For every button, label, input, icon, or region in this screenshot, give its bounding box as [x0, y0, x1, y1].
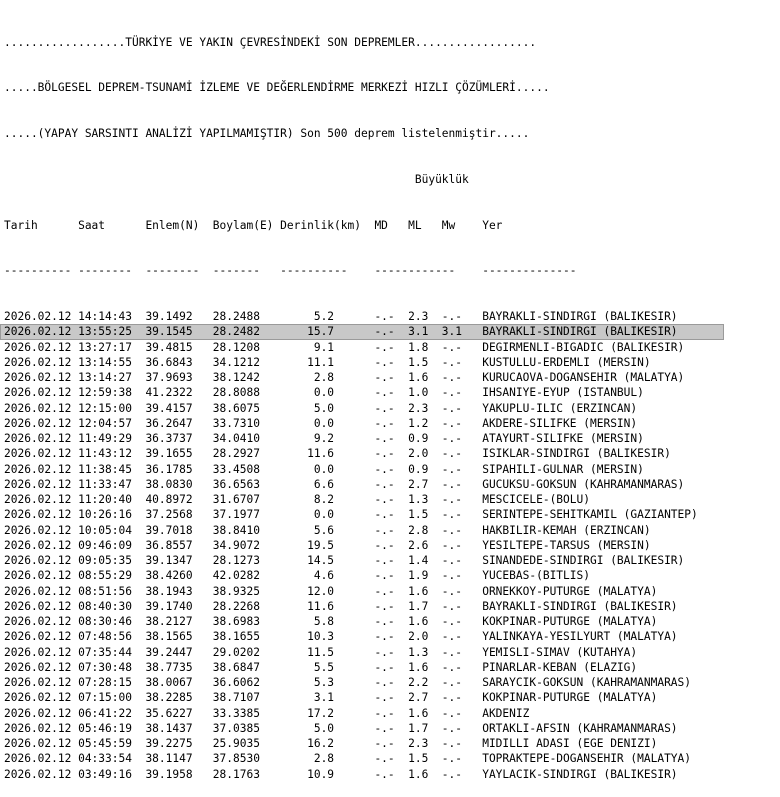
earthquake-row[interactable]: 2026.02.12 08:40:30 39.1740 28.2268 11.6…	[4, 599, 724, 614]
earthquake-row[interactable]: 2026.02.12 08:51:56 38.1943 38.9325 12.0…	[4, 584, 724, 599]
header-line-1: ..................TÜRKİYE VE YAKIN ÇEVRE…	[4, 35, 537, 49]
earthquake-row[interactable]: 2026.02.12 14:14:43 39.1492 28.2488 5.2 …	[4, 309, 724, 324]
earthquake-rows: 2026.02.12 14:14:43 39.1492 28.2488 5.2 …	[0, 309, 724, 782]
earthquake-row[interactable]: 2026.02.12 13:27:17 39.4815 28.1208 9.1 …	[4, 340, 724, 355]
earthquake-row[interactable]: 2026.02.12 13:14:55 36.6843 34.1212 11.1…	[4, 355, 724, 370]
earthquake-row[interactable]: 2026.02.12 09:46:09 36.8557 34.9072 19.5…	[4, 538, 724, 553]
earthquake-row[interactable]: 2026.02.12 13:14:27 37.9693 38.1242 2.8 …	[4, 370, 724, 385]
magnitude-group-header: Büyüklük	[4, 172, 469, 186]
earthquake-row[interactable]: 2026.02.12 13:55:25 39.1545 28.2482 15.7…	[0, 324, 724, 340]
earthquake-row[interactable]: 2026.02.12 07:35:44 39.2447 29.0202 11.5…	[4, 645, 724, 660]
header-line-3: .....(YAPAY SARSINTI ANALİZİ YAPILMAMIŞT…	[4, 127, 530, 140]
column-headers: Tarih Saat Enlem(N) Boylam(E) Derinlik(k…	[4, 218, 503, 232]
header-separator: ---------- -------- -------- ------- ---…	[4, 264, 577, 278]
earthquake-row[interactable]: 2026.02.12 07:30:48 38.7735 38.6847 5.5 …	[4, 660, 724, 675]
earthquake-row[interactable]: 2026.02.12 07:28:15 38.0067 36.6062 5.3 …	[4, 675, 724, 690]
header-line-2: .....BÖLGESEL DEPREM-TSUNAMİ İZLEME VE D…	[4, 81, 550, 95]
earthquake-row[interactable]: 2026.02.12 04:33:54 38.1147 37.8530 2.8 …	[4, 751, 724, 766]
earthquake-row[interactable]: 2026.02.12 05:45:59 39.2275 25.9035 16.2…	[4, 736, 724, 751]
earthquake-row[interactable]: 2026.02.12 10:05:04 39.7018 38.8410 5.6 …	[4, 523, 724, 538]
earthquake-row[interactable]: 2026.02.12 11:33:47 38.0830 36.6563 6.6 …	[4, 477, 724, 492]
earthquake-row[interactable]: 2026.02.12 08:30:46 38.2127 38.6983 5.8 …	[4, 614, 724, 629]
earthquake-row[interactable]: 2026.02.12 11:49:29 36.3737 34.0410 9.2 …	[4, 431, 724, 446]
earthquake-row[interactable]: 2026.02.12 03:49:16 39.1958 28.1763 10.9…	[4, 767, 724, 782]
earthquake-row[interactable]: 2026.02.12 10:26:16 37.2568 37.1977 0.0 …	[4, 507, 724, 522]
earthquake-row[interactable]: 2026.02.12 06:41:22 35.6227 33.3385 17.2…	[4, 706, 724, 721]
earthquake-row[interactable]: 2026.02.12 12:15:00 39.4157 38.6075 5.0 …	[4, 401, 724, 416]
earthquake-row[interactable]: 2026.02.12 12:59:38 41.2322 28.8088 0.0 …	[4, 385, 724, 400]
earthquake-row[interactable]: 2026.02.12 07:48:56 38.1565 38.1655 10.3…	[4, 629, 724, 644]
earthquake-row[interactable]: 2026.02.12 12:04:57 36.2647 33.7310 0.0 …	[4, 416, 724, 431]
earthquake-row[interactable]: 2026.02.12 05:46:19 38.1437 37.0385 5.0 …	[4, 721, 724, 736]
earthquake-row[interactable]: 2026.02.12 11:38:45 36.1785 33.4508 0.0 …	[4, 462, 724, 477]
earthquake-row[interactable]: 2026.02.12 11:43:12 39.1655 28.2927 11.6…	[4, 446, 724, 461]
earthquake-row[interactable]: 2026.02.12 07:15:00 38.2285 38.7107 3.1 …	[4, 690, 724, 705]
earthquake-row[interactable]: 2026.02.12 08:55:29 38.4260 42.0282 4.6 …	[4, 568, 724, 583]
earthquake-listing: ..................TÜRKİYE VE YAKIN ÇEVRE…	[0, 4, 724, 797]
earthquake-row[interactable]: 2026.02.12 11:20:40 40.8972 31.6707 8.2 …	[4, 492, 724, 507]
